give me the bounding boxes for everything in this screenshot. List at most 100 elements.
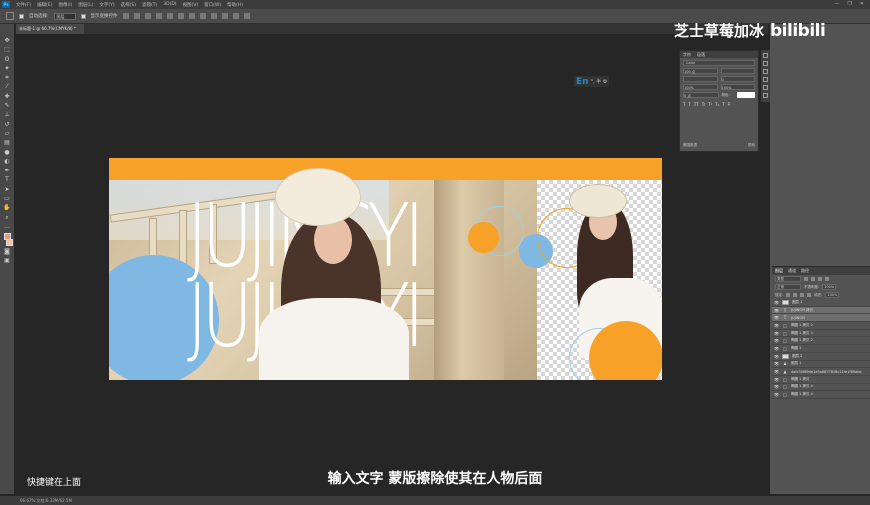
- tab-character[interactable]: 字符: [683, 51, 691, 58]
- tab-paths[interactable]: 路径: [801, 267, 809, 275]
- zoom-icon[interactable]: ⌕: [3, 214, 11, 221]
- history-brush-icon[interactable]: ↺: [3, 121, 11, 128]
- distribute-right-icon[interactable]: [243, 13, 250, 19]
- layer-row[interactable]: 👁 □ 椭圆 1 拷贝 2: [772, 322, 870, 330]
- kerning-field[interactable]: [683, 76, 718, 82]
- pen-icon[interactable]: ✒: [3, 168, 11, 174]
- distribute-top-icon[interactable]: [188, 13, 195, 19]
- path-select-icon[interactable]: ➤: [3, 186, 11, 193]
- layer-row[interactable]: 👁 □ 椭圆 1 拷贝 3: [772, 330, 870, 338]
- visibility-eye-icon[interactable]: 👁: [774, 338, 779, 343]
- stamp-icon[interactable]: ⊥: [3, 112, 11, 118]
- align-center-icon[interactable]: [133, 13, 140, 19]
- properties-icon[interactable]: [763, 77, 768, 82]
- menu-image[interactable]: 图像(I): [58, 2, 72, 8]
- menu-help[interactable]: 帮助(H): [227, 2, 243, 8]
- move-tool-icon[interactable]: [6, 12, 14, 20]
- language-select[interactable]: 美国英语: [683, 143, 697, 148]
- tab-layers[interactable]: 图层: [775, 267, 783, 275]
- superscript-button[interactable]: T¹: [708, 102, 712, 107]
- strikethrough-button[interactable]: T̶: [728, 102, 730, 107]
- filter-type-icon[interactable]: [818, 277, 822, 281]
- faux-bold-button[interactable]: T: [683, 102, 685, 107]
- screen-mode-icon[interactable]: ▣: [3, 258, 11, 264]
- menu-window[interactable]: 窗口(W): [204, 2, 221, 8]
- distribute-bottom-icon[interactable]: [210, 13, 217, 19]
- distribute-left-icon[interactable]: [221, 13, 228, 19]
- layer-row[interactable]: 👁 □ 椭圆 1 拷贝 2: [772, 337, 870, 346]
- layer-row[interactable]: 👁 ▲ dafc30f69de1e9a6877818c11fe1f69aba: [772, 368, 870, 376]
- layer-row[interactable]: 👁 T JUJINGYI: [772, 314, 870, 323]
- layer-row[interactable]: 👁 T JUJINGYI 拷贝: [772, 306, 870, 315]
- layer-kind-filter[interactable]: 类型: [775, 276, 801, 282]
- visibility-eye-icon[interactable]: 👁: [774, 384, 779, 389]
- history-icon[interactable]: [763, 53, 768, 58]
- restore-icon[interactable]: ❐: [847, 1, 851, 7]
- lock-all-icon[interactable]: [807, 293, 812, 297]
- magic-wand-icon[interactable]: ✦: [3, 65, 11, 72]
- layer-row[interactable]: 👁 □ 椭圆 1 拷贝: [772, 376, 870, 384]
- visibility-eye-icon[interactable]: 👁: [774, 323, 779, 328]
- marquee-icon[interactable]: ⬚: [3, 47, 11, 53]
- ime-indicator[interactable]: En °, 半 ⚙: [574, 76, 610, 87]
- dodge-icon[interactable]: ◐: [3, 158, 11, 165]
- layer-row[interactable]: 👁 ♟ 图层 1: [772, 361, 870, 369]
- hand-icon[interactable]: ✋: [3, 205, 11, 211]
- tracking-field[interactable]: 0: [720, 76, 755, 82]
- text-color-swatch[interactable]: [737, 92, 755, 98]
- lock-position-icon[interactable]: [800, 293, 805, 297]
- lasso-icon[interactable]: ʘ: [3, 56, 11, 63]
- small-caps-button[interactable]: Tr: [702, 102, 706, 107]
- background-color-swatch[interactable]: [6, 238, 13, 246]
- visibility-eye-icon[interactable]: 👁: [774, 377, 779, 382]
- document-tab[interactable]: 未标题-1 @ 66.7%(CMYK/8) *: [16, 24, 84, 34]
- filter-shape-icon[interactable]: [825, 277, 829, 281]
- minimize-icon[interactable]: —: [834, 1, 839, 7]
- show-transform-checkbox[interactable]: [80, 13, 86, 19]
- all-caps-button[interactable]: TT: [694, 102, 699, 107]
- brush-icon[interactable]: ✎: [3, 103, 11, 109]
- eyedropper-icon[interactable]: ⁄: [3, 84, 11, 90]
- auto-select-checkbox[interactable]: [19, 13, 24, 19]
- filter-pixel-icon[interactable]: [804, 277, 808, 281]
- vertical-scale-field[interactable]: 100%: [683, 84, 718, 90]
- move-icon[interactable]: ✥: [3, 38, 11, 44]
- layer-row[interactable]: 👁 图层 1: [772, 299, 870, 307]
- adjustments-icon[interactable]: [763, 69, 768, 74]
- layer-row[interactable]: 👁 □ 椭圆 1 拷贝 4: [772, 384, 870, 392]
- eraser-icon[interactable]: ▱: [3, 130, 11, 137]
- visibility-eye-icon[interactable]: 👁: [774, 369, 779, 374]
- quick-mask-icon[interactable]: ◙: [3, 248, 11, 255]
- crop-icon[interactable]: ⌗: [3, 75, 11, 81]
- underline-button[interactable]: T: [722, 102, 724, 107]
- align-bottom-icon[interactable]: [177, 13, 184, 19]
- lock-pixels-icon[interactable]: [793, 293, 798, 297]
- healing-icon[interactable]: ✚: [3, 93, 11, 100]
- distribute-middle-icon[interactable]: [199, 13, 206, 19]
- menu-type[interactable]: 文字(Y): [99, 2, 114, 8]
- visibility-eye-icon[interactable]: 👁: [774, 361, 779, 366]
- menu-3d[interactable]: 3D(D): [163, 2, 176, 7]
- auto-select-dropdown[interactable]: 图层: [53, 12, 76, 20]
- visibility-eye-icon[interactable]: 👁: [774, 300, 779, 305]
- shape-icon[interactable]: ▭: [3, 196, 11, 202]
- font-size-field[interactable]: 100 点: [683, 68, 718, 74]
- character-icon[interactable]: [763, 85, 768, 90]
- design-artboard[interactable]: JUJINGYI JUJINGYI: [109, 158, 662, 380]
- menu-edit[interactable]: 编辑(E): [37, 2, 52, 8]
- visibility-eye-icon[interactable]: 👁: [774, 331, 779, 336]
- tab-channels[interactable]: 通道: [788, 267, 796, 275]
- subscript-button[interactable]: T₁: [715, 102, 719, 107]
- filter-adjust-icon[interactable]: [811, 277, 815, 281]
- layer-row[interactable]: 👁 □ 椭圆 1 拷贝 4: [772, 391, 870, 399]
- baseline-shift-field[interactable]: 0 点: [683, 92, 719, 98]
- horizontal-scale-field[interactable]: 100%: [720, 84, 755, 90]
- layer-row[interactable]: 👁 图层 2: [772, 353, 870, 361]
- menu-filter[interactable]: 滤镜(T): [142, 2, 157, 8]
- type-icon[interactable]: T: [3, 177, 11, 183]
- visibility-eye-icon[interactable]: 👁: [774, 354, 779, 359]
- swatches-icon[interactable]: [763, 61, 768, 66]
- align-top-icon[interactable]: [155, 13, 162, 19]
- visibility-eye-icon[interactable]: 👁: [774, 346, 779, 351]
- menu-select[interactable]: 选择(S): [121, 2, 136, 8]
